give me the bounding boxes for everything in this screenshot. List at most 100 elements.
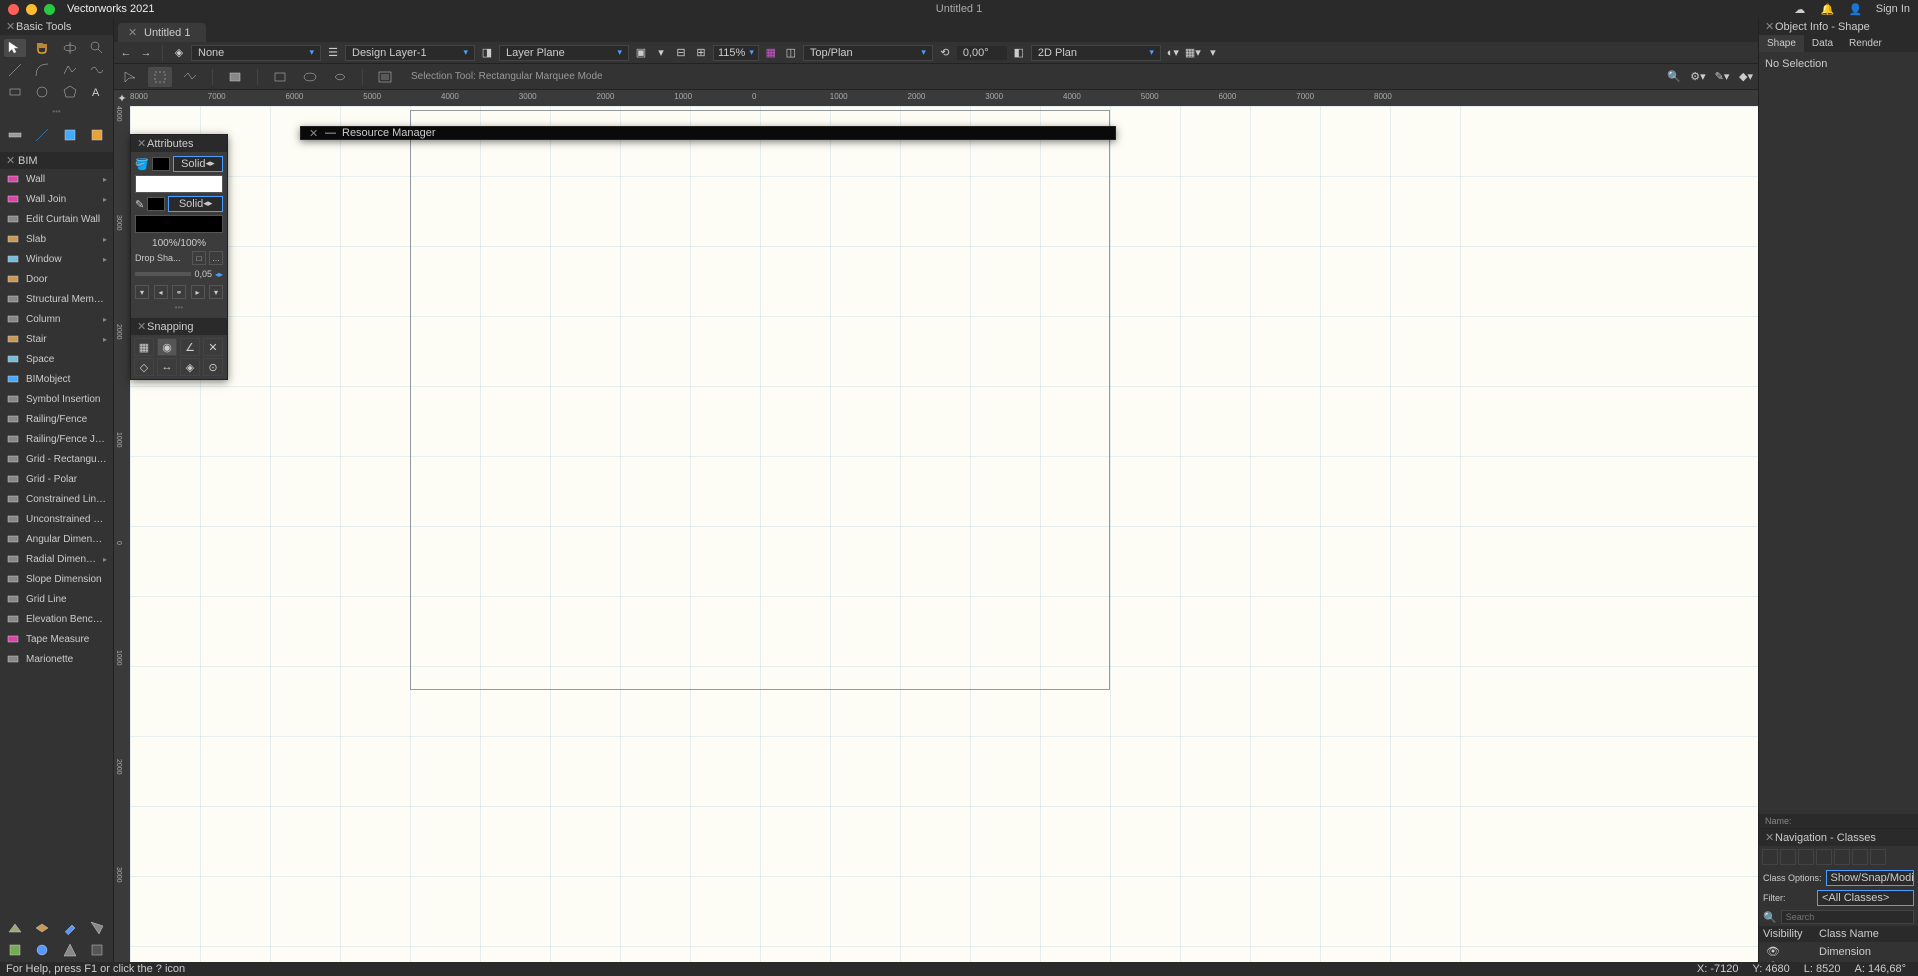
extra-icon-2[interactable]: ▦▾: [1185, 45, 1201, 61]
class-icon[interactable]: ◈: [171, 45, 187, 61]
marker-start[interactable]: ▾: [135, 285, 149, 299]
close-icon[interactable]: ✕: [6, 20, 16, 33]
zoom-value[interactable]: 115%: [713, 45, 759, 61]
line-color-swatch[interactable]: [147, 197, 165, 211]
angle-value[interactable]: 0,00°: [957, 46, 1007, 60]
class-options-dropdown[interactable]: Show/Snap/Modify O...: [1826, 870, 1914, 886]
close-icon[interactable]: ✕: [1765, 831, 1775, 844]
sel-mode-7[interactable]: [328, 67, 352, 87]
line-tool[interactable]: [4, 61, 26, 79]
bim-item-stair[interactable]: Stair▸: [0, 329, 113, 349]
bim-item-tape-measure[interactable]: Tape Measure: [0, 629, 113, 649]
snap-smart[interactable]: ◇: [134, 358, 154, 376]
sel-mode-4[interactable]: [223, 67, 247, 87]
sel-mode-1[interactable]: [118, 67, 142, 87]
nav-extra-icon[interactable]: [1870, 849, 1886, 865]
drop-shadow-opts[interactable]: …: [209, 251, 223, 265]
special-tool-1[interactable]: [4, 126, 26, 144]
snap-object[interactable]: ◉: [157, 338, 177, 356]
shapes-icon[interactable]: ◆▾: [1738, 69, 1754, 85]
plane-icon[interactable]: ◨: [479, 45, 495, 61]
fit-caret-icon[interactable]: ▾: [653, 45, 669, 61]
brush-icon[interactable]: ✎▾: [1714, 69, 1730, 85]
opacity-value[interactable]: 100%/100%: [135, 236, 223, 251]
bim-item-bimobject[interactable]: BIMobject: [0, 369, 113, 389]
signin-link[interactable]: Sign In: [1876, 3, 1910, 15]
nav-references-icon[interactable]: [1852, 849, 1868, 865]
sel-mode-5[interactable]: [268, 67, 292, 87]
bim-item-elevation-benchma-[interactable]: Elevation Benchma...: [0, 609, 113, 629]
special-tool-4[interactable]: [86, 126, 108, 144]
marker-next[interactable]: ▸: [191, 285, 205, 299]
line-preview[interactable]: [135, 215, 223, 233]
special-tool-3[interactable]: [59, 126, 81, 144]
snap-grid[interactable]: ▦: [134, 338, 154, 356]
marker-prev[interactable]: ◂: [154, 285, 168, 299]
bim-item-railing-fence[interactable]: Railing/Fence: [0, 409, 113, 429]
bottom-tool-6[interactable]: [31, 941, 53, 959]
bim-item-wall-join[interactable]: Wall Join▸: [0, 189, 113, 209]
zoom-tool[interactable]: [86, 39, 108, 57]
bottom-tool-3[interactable]: [59, 919, 81, 937]
oi-tab-render[interactable]: Render: [1841, 35, 1890, 52]
layers-icon[interactable]: ☰: [325, 45, 341, 61]
class-row[interactable]: 👁Dimension: [1759, 944, 1918, 959]
freehand-tool[interactable]: [86, 61, 108, 79]
bim-item-wall[interactable]: Wall▸: [0, 169, 113, 189]
nav-back-icon[interactable]: ←: [118, 45, 134, 61]
snap-edge[interactable]: ◈: [180, 358, 200, 376]
bottom-tool-7[interactable]: [59, 941, 81, 959]
bim-item-unconstrained-lin-[interactable]: Unconstrained Lin...: [0, 509, 113, 529]
visibility-header[interactable]: Visibility: [1763, 928, 1819, 940]
zoom-in-icon[interactable]: ⊞: [693, 45, 709, 61]
extra-icon-3[interactable]: ▾: [1205, 45, 1221, 61]
cube-icon[interactable]: ◫: [783, 45, 799, 61]
snap-distance[interactable]: ↔: [157, 358, 177, 376]
nav-views-icon[interactable]: [1816, 849, 1832, 865]
nav-classes-icon[interactable]: [1762, 849, 1778, 865]
line-weight-slider[interactable]: [135, 272, 191, 276]
close-icon[interactable]: ✕: [6, 155, 15, 167]
gear-icon[interactable]: ⚙▾: [1690, 69, 1706, 85]
close-icon[interactable]: ✕: [1765, 20, 1775, 33]
render-icon[interactable]: ◧: [1011, 45, 1027, 61]
grid-icon[interactable]: ▦: [763, 45, 779, 61]
class-search-input[interactable]: [1781, 910, 1914, 924]
selection-tool[interactable]: [4, 39, 26, 57]
bim-item-grid-rectangular[interactable]: Grid - Rectangular: [0, 449, 113, 469]
bim-item-grid-polar[interactable]: Grid - Polar: [0, 469, 113, 489]
snap-angle[interactable]: ∠: [180, 338, 200, 356]
stepper-icon[interactable]: ◂▸: [215, 270, 223, 279]
sel-mode-2[interactable]: [148, 67, 172, 87]
bim-item-angular-dimension[interactable]: Angular Dimension: [0, 529, 113, 549]
bottom-tool-2[interactable]: [31, 919, 53, 937]
bim-item-door[interactable]: Door: [0, 269, 113, 289]
user-icon[interactable]: 👤: [1848, 1, 1864, 17]
polyline-tool[interactable]: [59, 61, 81, 79]
fill-preview[interactable]: [135, 175, 223, 193]
text-tool[interactable]: A: [86, 83, 108, 101]
bell-icon[interactable]: 🔔: [1820, 1, 1836, 17]
document-tab[interactable]: ✕ Untitled 1: [118, 23, 206, 42]
special-tool-2[interactable]: [31, 126, 53, 144]
sel-mode-6[interactable]: [298, 67, 322, 87]
window-zoom[interactable]: [44, 4, 55, 15]
arc-tool[interactable]: [31, 61, 53, 79]
fill-style-dropdown[interactable]: Solid ◂▸: [173, 156, 223, 172]
drop-shadow-toggle[interactable]: □: [192, 251, 206, 265]
bim-item-grid-line[interactable]: Grid Line: [0, 589, 113, 609]
bim-item-radial-dimension[interactable]: Radial Dimension▸: [0, 549, 113, 569]
circle-tool[interactable]: [31, 83, 53, 101]
bim-item-constrained-linear-[interactable]: Constrained Linear...: [0, 489, 113, 509]
bim-item-space[interactable]: Space: [0, 349, 113, 369]
sel-mode-3[interactable]: [178, 67, 202, 87]
line-weight-value[interactable]: 0,05: [194, 269, 212, 279]
nav-sheets-icon[interactable]: [1798, 849, 1814, 865]
close-icon[interactable]: ✕: [309, 127, 319, 140]
bim-item-window[interactable]: Window▸: [0, 249, 113, 269]
rectangle-tool[interactable]: [4, 83, 26, 101]
marker-link[interactable]: ⚭: [172, 285, 186, 299]
plane-dropdown[interactable]: Layer Plane: [499, 45, 629, 61]
bottom-tool-1[interactable]: [4, 919, 26, 937]
line-style-dropdown[interactable]: Solid ◂▸: [168, 196, 223, 212]
